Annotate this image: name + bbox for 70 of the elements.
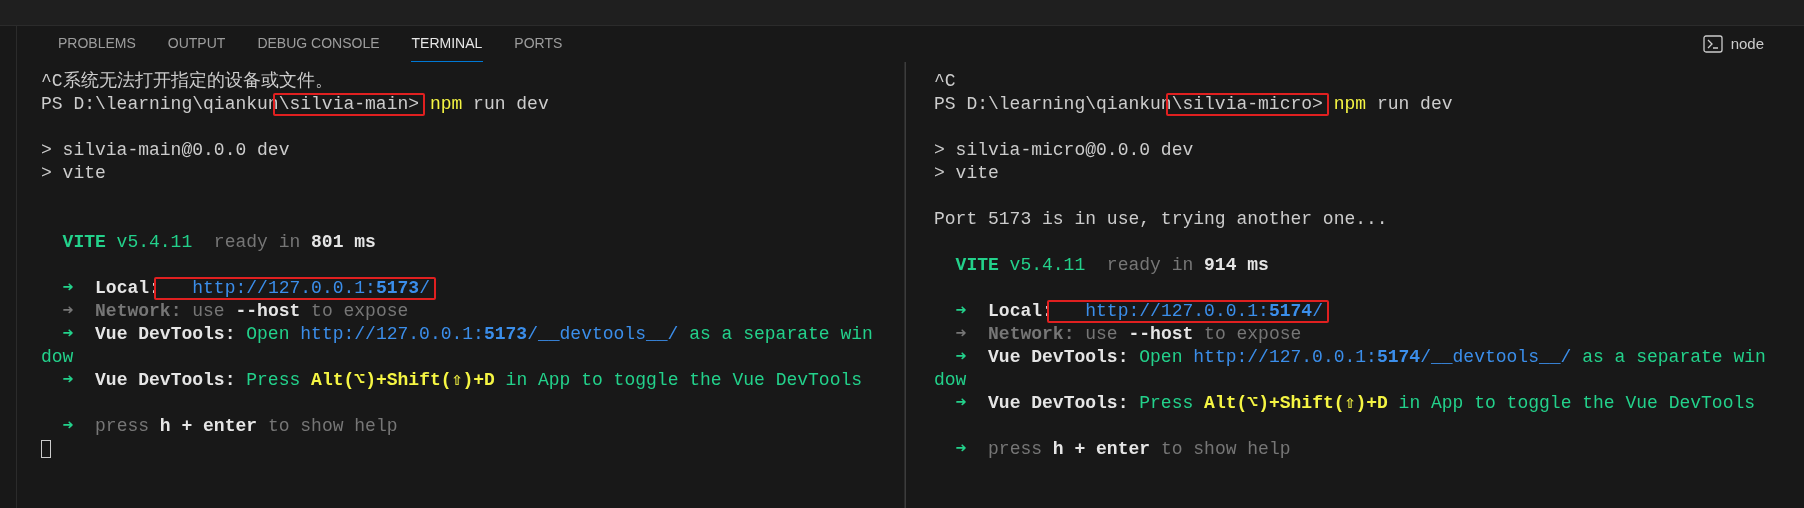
terminal-text: to show help [266,416,398,436]
terminal-text: > vite [41,163,106,183]
terminal-text: ➜ [62,301,74,321]
terminal-text: VITE [62,232,106,252]
terminal-text: Open [245,324,291,344]
url-link[interactable]: http://127.0.0.1:5174/ [1046,300,1329,323]
terminal-text: h + enter [1052,439,1151,459]
panel-tab[interactable]: PORTS [513,26,564,62]
terminal-text: VITE [955,255,999,275]
terminal-text: as a separate win [1581,347,1766,367]
url-link[interactable]: http://127.0.0.1:5173/ [153,277,436,300]
terminal-name[interactable]: node [1730,32,1764,56]
terminal-text: v5.4.11 [1008,255,1086,275]
terminal-text: ➜ [62,324,74,344]
panel-tab[interactable]: TERMINAL [410,26,484,62]
terminal-text: press [94,416,151,436]
terminal-text: dow [934,370,967,390]
terminal-text: ➜ [955,347,967,367]
terminal-text: ^C [934,71,956,91]
terminal-text: ➜ [62,370,74,390]
terminal-text: Network: [987,324,1075,344]
terminal-text: ➜ [62,416,74,436]
terminal-text: Vue DevTools: [987,393,1129,413]
terminal-text: use [1084,324,1119,344]
terminal-text: > silvia-micro@0.0.0 dev [934,140,1194,160]
terminal-text: Alt(⌥)+Shift(⇧)+D [1204,393,1388,413]
panel-tab[interactable]: OUTPUT [166,26,227,62]
panel-tab[interactable]: DEBUG CONSOLE [256,26,381,62]
terminal-text: npm [428,94,463,114]
terminal-text: ready in [212,232,302,252]
terminal-text: 914 ms [1204,255,1269,275]
terminal-text: to show help [1159,439,1291,459]
terminal-text: run dev [472,94,549,114]
terminal-text: --host [1128,324,1194,344]
url-link[interactable]: http://127.0.0.1:5174/__devtools__/ [1193,347,1572,367]
panel-tab[interactable]: PROBLEMS [57,26,137,62]
terminal-text: Port 5173 is in use, trying another one... [934,209,1388,229]
terminal-text: > silvia-main@0.0.0 dev [41,140,290,160]
terminal-icon [1702,35,1723,53]
terminal-text: in App to toggle the Vue DevTools [504,370,863,390]
terminal-text: in App to toggle the Vue DevTools [1397,393,1756,413]
terminal-text: press [987,439,1044,459]
terminal-text: Vue DevTools: [94,370,236,390]
terminal-text: ➜ [955,324,967,344]
terminal-text: Network: [94,301,182,321]
terminal-text: 801 ms [311,232,376,252]
terminal-text: v5.4.11 [115,232,193,252]
terminal-text: ➜ [62,278,74,298]
terminal-text: npm [1332,94,1367,114]
terminal-text: Alt(⌥)+Shift(⇧)+D [311,370,495,390]
terminal-text: --host [235,301,301,321]
terminal-text: ➜ [955,439,967,459]
terminal-text: > vite [934,163,999,183]
terminal-text: Vue DevTools: [987,347,1129,367]
terminal-text: to expose [310,301,409,321]
terminal-text: use [191,301,226,321]
terminal-text: Press [245,370,302,390]
terminal-text: run dev [1375,94,1453,114]
terminal-text: ➜ [955,301,967,321]
terminal-text: h + enter [159,416,258,436]
terminal-text: to expose [1203,324,1302,344]
terminal-text: Press [1138,393,1195,413]
terminal-text: ➜ [955,393,967,413]
terminal-text: dow [41,347,74,367]
url-link[interactable]: http://127.0.0.1:5173/__devtools__/ [300,324,679,344]
terminal-text: ready in [1105,255,1195,275]
terminal-text: Vue DevTools: [94,324,236,344]
terminal-text: Open [1138,347,1184,367]
terminal-text: ^C系统无法打开指定的设备或文件。 [41,71,333,91]
terminal-text: as a separate win [688,324,873,344]
